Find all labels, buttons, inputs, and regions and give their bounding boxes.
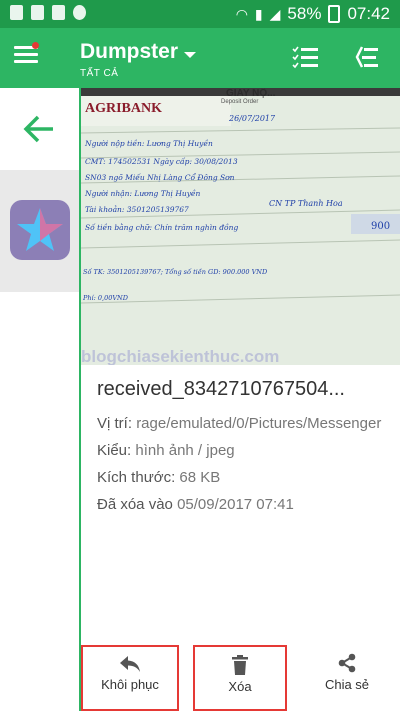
location-value: rage/emulated/0/Pictures/Messenger: [136, 415, 382, 432]
location-row: Vị trí: rage/emulated/0/Pictures/Messeng…: [97, 415, 397, 442]
battery-level: 58%: [287, 4, 322, 23]
trash-icon: [232, 655, 248, 675]
deleted-value: 05/09/2017 07:41: [177, 496, 294, 513]
amount-box: 900: [371, 221, 390, 232]
file-details: received_8342710767504... Vị trí: rage/e…: [97, 378, 397, 523]
action-bar: Khôi phục Xóa Chia sẻ: [81, 641, 400, 711]
notification-icon: [10, 5, 23, 20]
wifi-icon: ◠: [235, 5, 248, 22]
file-list-sidebar: [0, 88, 79, 711]
signal-icon: ◢: [269, 5, 281, 22]
sim-icon: ▮: [254, 5, 263, 22]
deposit-slip-image: AGRIBANK GIAY NỘ... Deposit Order 26/07/…: [81, 88, 400, 365]
form-title: GIAY NỘ...: [226, 88, 276, 99]
clock: 07:42: [347, 4, 390, 23]
delete-label: Xóa: [228, 679, 252, 694]
status-bar: ◠ ▮ ◢ 58% 07:42: [0, 0, 400, 28]
facebook-icon: [52, 5, 65, 20]
app-bar: Dumpster TẤT CẢ: [0, 28, 400, 88]
doc-line-5: Tài khoản: 3501205139767: [85, 205, 189, 214]
filter-label[interactable]: TẤT CẢ: [80, 68, 118, 79]
issue-place: CN TP Thanh Hoa: [269, 199, 343, 208]
app-title[interactable]: Dumpster: [80, 40, 178, 64]
messenger-app-thumbnail: [10, 200, 70, 260]
back-arrow-icon: [23, 115, 53, 143]
watermark: blogchiasekienthuc.com: [81, 347, 279, 365]
bank-name: AGRIBANK: [85, 101, 162, 116]
form-date: 26/07/2017: [228, 114, 276, 123]
doc-line-4: Người nhận: Lương Thị Huyền: [84, 189, 201, 198]
back-button[interactable]: [0, 88, 79, 171]
messenger-icon: [73, 5, 86, 20]
list-item[interactable]: [0, 170, 79, 292]
location-label: Vị trí:: [97, 415, 133, 432]
notification-icons: [10, 5, 86, 20]
doc-line-1: Người nộp tiền: Lương Thị Huyền: [84, 139, 213, 148]
notification-dot: [32, 42, 39, 49]
doc-line-2: CMT: 174502531 Ngày cấp: 30/08/2013: [85, 157, 238, 166]
file-name: received_8342710767504...: [97, 378, 345, 400]
size-label: Kích thước:: [97, 469, 176, 486]
menu-icon[interactable]: [14, 42, 39, 66]
sort-icon[interactable]: [352, 42, 382, 72]
image-preview[interactable]: AGRIBANK GIAY NỘ... Deposit Order 26/07/…: [81, 88, 400, 365]
deleted-label: Đã xóa vào: [97, 496, 173, 513]
doc-line-7: Số TK: 3501205139767; Tổng số tiền GD: 9…: [83, 267, 268, 276]
trash-notification-icon: [31, 5, 44, 20]
deleted-row: Đã xóa vào 05/09/2017 07:41: [97, 496, 397, 523]
doc-line-6: Số tiền bằng chữ: Chín trăm nghìn đồng: [85, 223, 238, 232]
dropdown-caret-icon[interactable]: [184, 52, 196, 58]
doc-line-3: SN03 ngõ Miếu Nhị Làng Cổ Đông Sơn: [85, 173, 235, 182]
size-row: Kích thước: 68 KB: [97, 469, 397, 496]
doc-line-8: Phí: 0,00VND: [82, 294, 129, 302]
restore-label: Khôi phục: [101, 677, 159, 692]
delete-button[interactable]: Xóa: [193, 645, 287, 711]
battery-icon: [328, 5, 341, 23]
type-row: Kiểu: hình ảnh / jpeg: [97, 442, 397, 469]
share-button[interactable]: Chia sẻ: [307, 645, 387, 707]
select-list-icon[interactable]: [290, 42, 320, 72]
star-icon: [17, 208, 63, 251]
share-label: Chia sẻ: [324, 677, 370, 692]
share-icon: [338, 653, 356, 673]
form-subtitle: Deposit Order: [221, 99, 258, 105]
size-value: 68 KB: [179, 469, 221, 486]
type-value: hình ảnh / jpeg: [135, 442, 235, 459]
type-label: Kiểu:: [97, 442, 132, 459]
restore-button[interactable]: Khôi phục: [81, 645, 179, 711]
reply-icon: [120, 656, 140, 672]
